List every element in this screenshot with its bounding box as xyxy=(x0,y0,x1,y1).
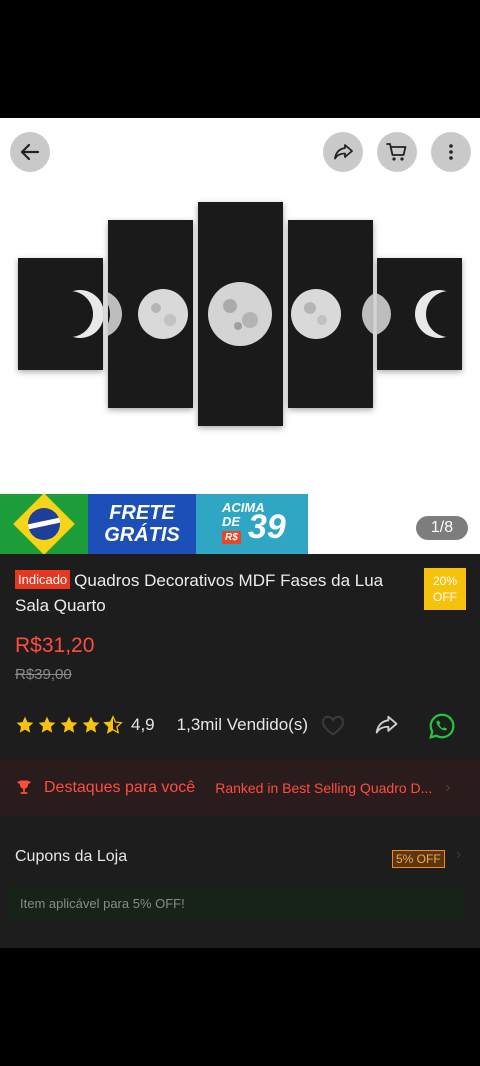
share-icon[interactable] xyxy=(371,711,401,739)
product-title: Indicado Quadros Decorativos MDF Fases da… xyxy=(15,568,410,618)
rating-stars xyxy=(15,715,123,735)
store-coupons-section[interactable]: Cupons da Loja 5% OFF › Item aplicável p… xyxy=(0,830,480,934)
minimum-amount: 39 xyxy=(248,508,286,546)
highlights-title: Destaques para você xyxy=(44,779,196,796)
star-icon xyxy=(38,716,56,733)
free-shipping-banner: FRETE GRÁTIS ACIMA DE R$ 39 xyxy=(0,493,308,554)
moon-panel-2 xyxy=(108,220,193,408)
product-title-text: Quadros Decorativos MDF Fases da Lua Sal… xyxy=(15,571,384,615)
product-image-gallery[interactable]: FRETE GRÁTIS ACIMA DE R$ 39 1/8 xyxy=(0,118,480,554)
share-button[interactable] xyxy=(323,132,363,172)
frete-line-2: GRÁTIS xyxy=(104,524,180,546)
minimum-order-label: ACIMA DE R$ 39 xyxy=(196,494,308,554)
original-price: R$39,00 xyxy=(15,666,72,683)
frete-line-1: FRETE xyxy=(109,502,175,524)
moon-panel-3 xyxy=(198,202,283,426)
half-star-icon xyxy=(103,715,123,734)
more-options-button[interactable] xyxy=(431,132,471,172)
coupon-tag: 5% OFF xyxy=(392,850,445,868)
rating-row: 4,9 1,3mil Vendido(s) xyxy=(15,711,465,741)
currency-text: R$ xyxy=(222,531,241,544)
cart-icon xyxy=(386,143,407,161)
brazil-flag-icon xyxy=(0,493,88,554)
discount-off: OFF xyxy=(433,590,457,604)
highlights-row[interactable]: Destaques para você Ranked in Best Selli… xyxy=(0,760,480,816)
moon-panel-4 xyxy=(288,220,373,408)
coupons-title: Cupons da Loja xyxy=(15,848,128,865)
discount-badge: 20% OFF xyxy=(424,568,466,610)
rating-value: 4,9 xyxy=(131,715,155,734)
discount-percent: 20% xyxy=(432,574,458,588)
heart-icon[interactable] xyxy=(319,711,347,739)
trophy-icon xyxy=(17,780,31,794)
back-button[interactable] xyxy=(10,132,50,172)
sold-count: 1,3mil Vendido(s) xyxy=(176,715,308,734)
chevron-right-icon: › xyxy=(445,779,451,796)
free-shipping-label: FRETE GRÁTIS xyxy=(88,494,196,554)
product-info-section: Indicado Quadros Decorativos MDF Fases da… xyxy=(0,554,480,948)
moon-panel-5 xyxy=(377,258,462,370)
de-text: DE xyxy=(222,514,241,529)
share-icon xyxy=(334,144,353,160)
ranking-text: Ranked in Best Selling Quadro D... xyxy=(215,780,433,796)
star-icon xyxy=(82,716,100,733)
star-icon xyxy=(60,716,78,733)
arrow-left-icon xyxy=(20,143,40,161)
recommended-badge: Indicado xyxy=(15,570,71,589)
coupon-note: Item aplicável para 5% OFF! xyxy=(8,886,464,920)
chevron-right-icon: › xyxy=(456,846,462,863)
more-vertical-icon xyxy=(449,144,453,160)
cart-button[interactable] xyxy=(377,132,417,172)
status-bar-area xyxy=(0,0,480,118)
star-icon xyxy=(16,716,34,733)
current-price: R$31,20 xyxy=(15,634,95,657)
whatsapp-icon[interactable] xyxy=(427,711,457,741)
moon-panel-1 xyxy=(18,258,103,370)
image-counter: 1/8 xyxy=(416,516,468,540)
